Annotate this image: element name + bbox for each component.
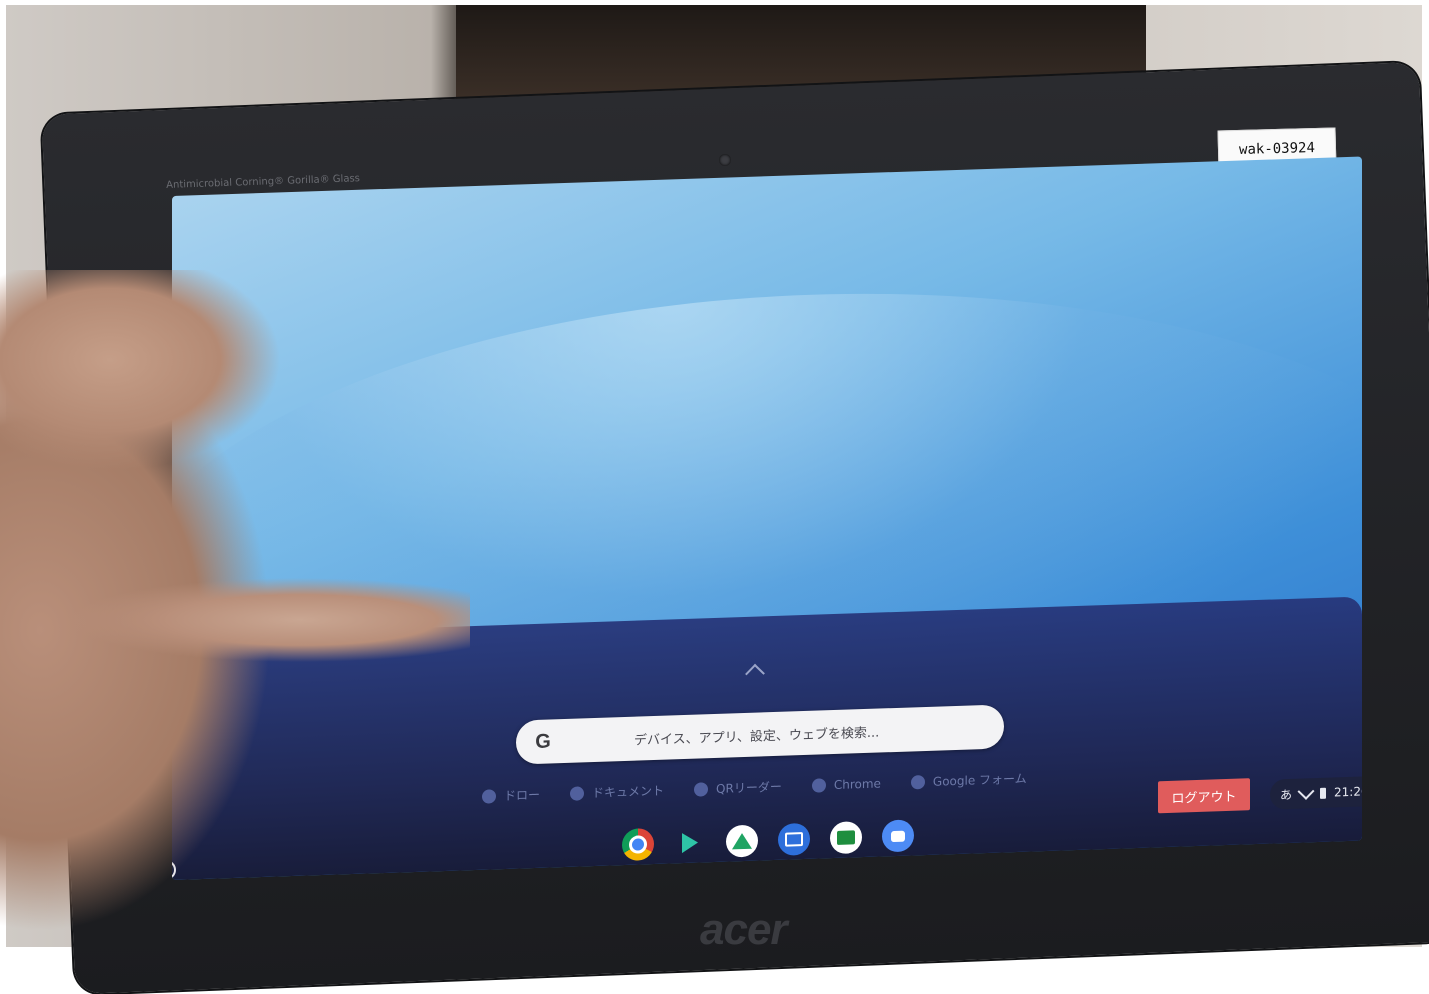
forms-icon xyxy=(910,774,925,789)
play-store-icon[interactable] xyxy=(674,826,706,859)
wifi-icon xyxy=(1297,782,1315,800)
draw-icon xyxy=(482,788,496,804)
search-box[interactable]: G デバイス、アプリ、設定、ウェブを検索... xyxy=(516,704,1004,765)
suggestion-chip[interactable]: Chrome xyxy=(811,774,881,793)
suggestion-label: Chrome xyxy=(833,775,881,792)
suggestion-chip[interactable]: Google フォーム xyxy=(910,770,1027,791)
expand-launcher-icon[interactable] xyxy=(745,663,765,684)
ime-indicator: あ xyxy=(1280,787,1293,802)
search-input[interactable]: デバイス、アプリ、設定、ウェブを検索... xyxy=(634,721,879,748)
suggestion-label: Google フォーム xyxy=(932,771,1027,789)
status-tray[interactable]: あ 21:20 xyxy=(1270,775,1362,810)
suggestion-chips: ドロー ドキュメント QRリーダー Chrome Google フォーム xyxy=(482,770,1027,805)
classroom-icon[interactable] xyxy=(830,821,862,855)
suggestion-chip[interactable]: ドロー xyxy=(482,786,540,805)
front-camera xyxy=(719,154,731,166)
battery-icon xyxy=(1320,787,1327,799)
pinned-apps xyxy=(622,819,914,862)
suggestion-label: ドキュメント xyxy=(592,783,665,801)
camera-icon[interactable] xyxy=(778,822,810,856)
google-g-icon: G xyxy=(535,729,551,753)
clock: 21:20 xyxy=(1334,784,1362,800)
drive-icon[interactable] xyxy=(726,824,758,858)
chat-icon[interactable] xyxy=(882,819,914,853)
chrome-icon[interactable] xyxy=(622,828,654,862)
docs-icon xyxy=(570,785,585,801)
logout-button[interactable]: ログアウト xyxy=(1158,778,1250,814)
hand xyxy=(0,270,470,950)
qr-reader-icon xyxy=(694,781,709,797)
suggestion-label: QRリーダー xyxy=(716,779,782,796)
chrome-icon xyxy=(811,777,826,793)
suggestion-label: ドロー xyxy=(504,787,541,803)
suggestion-chip[interactable]: ドキュメント xyxy=(570,782,664,802)
brand-logo: acer xyxy=(700,905,788,954)
suggestion-chip[interactable]: QRリーダー xyxy=(694,778,782,798)
